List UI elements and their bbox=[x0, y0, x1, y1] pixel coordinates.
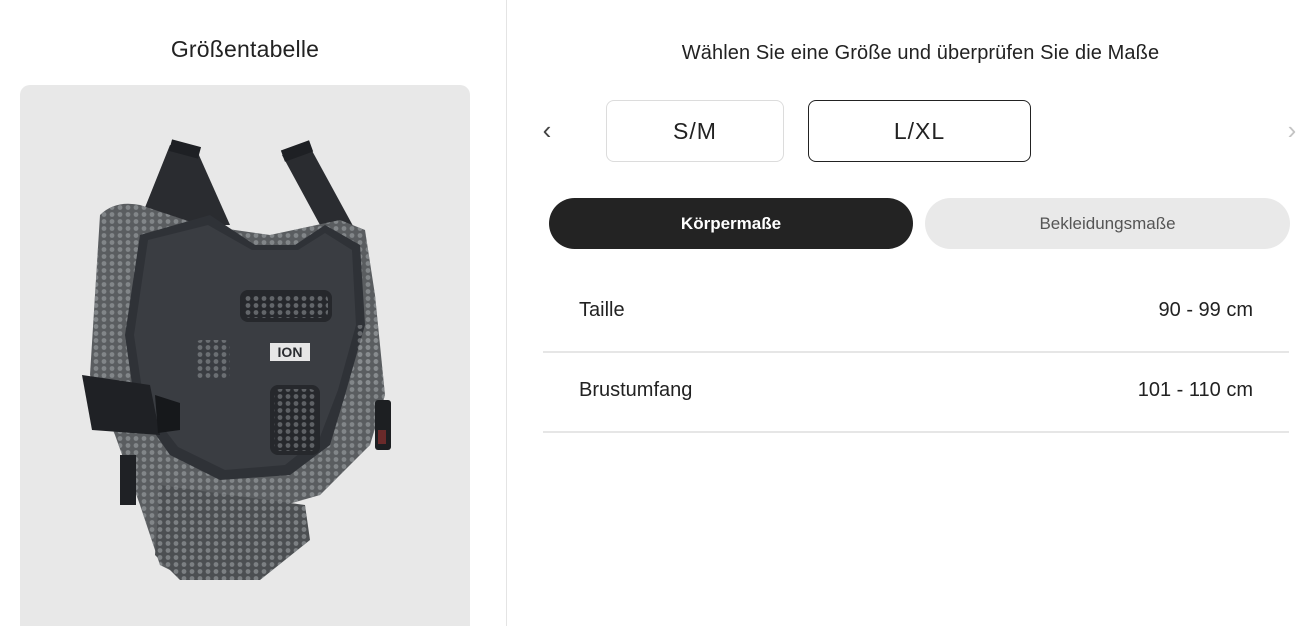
product-image: ION bbox=[82, 139, 391, 580]
tab-bekleidungsmasse[interactable]: Bekleidungsmaße bbox=[925, 198, 1290, 249]
size-selector-panel: Wählen Sie eine Größe und überprüfen Sie… bbox=[507, 0, 1308, 626]
chevron-right-icon[interactable]: › bbox=[1280, 115, 1304, 145]
measurement-label: Brustumfang bbox=[579, 379, 693, 401]
svg-text:ION: ION bbox=[278, 344, 303, 360]
size-option-l-xl[interactable]: L/XL bbox=[808, 100, 1031, 162]
product-image-card: ION bbox=[20, 85, 470, 626]
size-chart-panel: Größentabelle ION bbox=[0, 0, 506, 626]
measurement-value: 90 - 99 cm bbox=[1158, 299, 1253, 321]
size-option-s-m[interactable]: S/M bbox=[606, 100, 784, 162]
measurement-label: Taille bbox=[579, 299, 625, 321]
measurement-row: Brustumfang 101 - 110 cm bbox=[543, 353, 1289, 433]
size-chart-title: Größentabelle bbox=[170, 36, 320, 62]
tab-koerpermasse[interactable]: Körpermaße bbox=[549, 198, 913, 249]
size-instruction-title: Wählen Sie eine Größe und überprüfen Sie… bbox=[681, 42, 1160, 64]
measurement-value: 101 - 110 cm bbox=[1137, 379, 1253, 401]
chevron-left-icon[interactable]: ‹ bbox=[535, 115, 559, 145]
measurement-row: Taille 90 - 99 cm bbox=[543, 273, 1289, 353]
